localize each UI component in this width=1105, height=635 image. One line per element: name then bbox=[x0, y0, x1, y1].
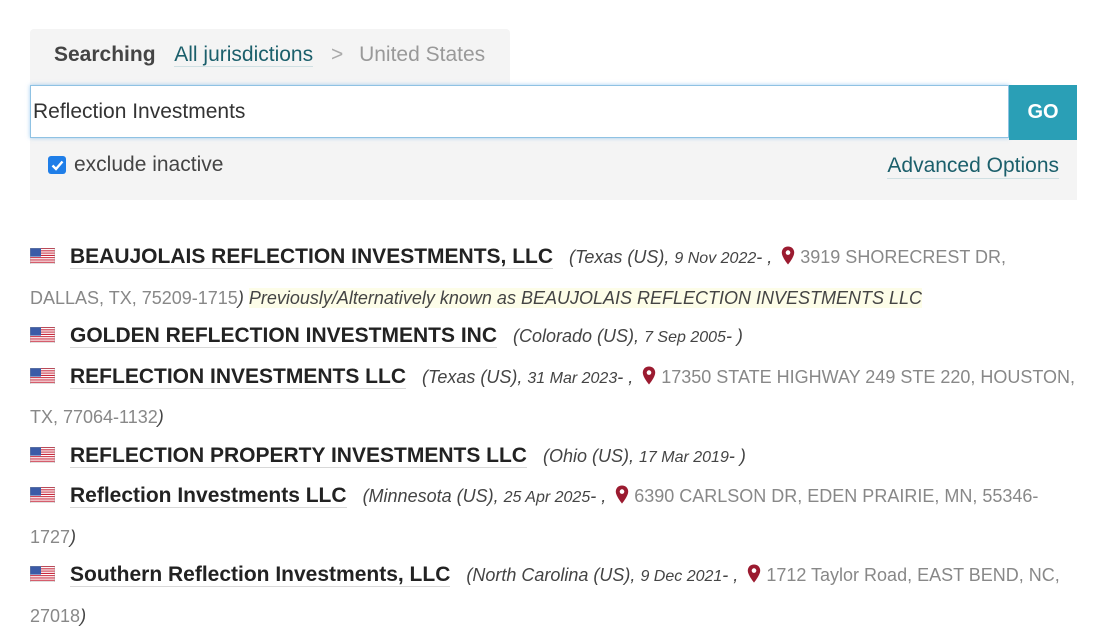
advanced-options-link[interactable]: Advanced Options bbox=[887, 154, 1059, 179]
us-flag-icon bbox=[30, 327, 55, 343]
result-item: REFLECTION INVESTMENTS LLC (Texas (US), 3… bbox=[30, 358, 1080, 437]
incorporation-date: 9 Nov 2022 bbox=[674, 250, 757, 267]
incorporation-date: 17 Mar 2019 bbox=[639, 448, 729, 466]
result-item: Reflection Investments LLC (Minnesota (US… bbox=[30, 477, 1080, 556]
result-item: Southern Reflection Investments, LLC (Nor… bbox=[30, 556, 1080, 635]
close-paren: ) bbox=[80, 605, 87, 626]
company-name-link[interactable]: GOLDEN REFLECTION INVESTMENTS INC bbox=[70, 324, 498, 348]
close-paren: ) bbox=[237, 287, 244, 308]
status-suffix: - ) bbox=[728, 445, 746, 466]
go-button[interactable]: GO bbox=[1009, 85, 1077, 140]
company-name-link[interactable]: BEAUJOLAIS REFLECTION INVESTMENTS, LLC bbox=[70, 245, 554, 269]
search-scope-bar: Searching All jurisdictions > United Sta… bbox=[30, 29, 510, 85]
jurisdiction-text: (Ohio (US), bbox=[542, 445, 634, 466]
jurisdiction-text: (Texas (US), bbox=[422, 366, 523, 387]
location-pin-icon bbox=[782, 246, 795, 265]
exclude-inactive-label: exclude inactive bbox=[74, 153, 224, 176]
status-suffix: - , bbox=[722, 565, 739, 585]
status-suffix: - , bbox=[617, 366, 634, 387]
jurisdiction-text: (Texas (US), bbox=[569, 247, 670, 267]
close-paren: ) bbox=[157, 407, 164, 427]
breadcrumb-separator: > bbox=[330, 43, 344, 66]
status-suffix: - , bbox=[590, 486, 607, 506]
close-paren: ) bbox=[70, 526, 77, 547]
incorporation-date: 7 Sep 2005 bbox=[644, 329, 726, 346]
exclude-inactive-checkbox[interactable] bbox=[48, 156, 66, 174]
result-item: GOLDEN REFLECTION INVESTMENTS INC (Colora… bbox=[30, 317, 1080, 358]
us-flag-icon bbox=[30, 487, 55, 503]
incorporation-date: 25 Apr 2025 bbox=[503, 489, 591, 506]
check-icon bbox=[51, 160, 63, 171]
result-item: REFLECTION PROPERTY INVESTMENTS LLC (Ohio… bbox=[30, 437, 1080, 478]
us-flag-icon bbox=[30, 248, 55, 264]
company-name-link[interactable]: REFLECTION INVESTMENTS LLC bbox=[70, 364, 406, 389]
us-flag-icon bbox=[30, 367, 55, 384]
all-jurisdictions-link[interactable]: All jurisdictions bbox=[174, 43, 314, 67]
exclude-inactive-toggle[interactable]: exclude inactive bbox=[48, 153, 223, 177]
results-list: BEAUJOLAIS REFLECTION INVESTMENTS, LLC (T… bbox=[30, 238, 1080, 635]
location-pin-icon bbox=[616, 485, 629, 504]
current-jurisdiction: United States bbox=[359, 43, 486, 66]
incorporation-date: 31 Mar 2023 bbox=[527, 369, 618, 387]
company-name-link[interactable]: Southern Reflection Investments, LLC bbox=[70, 563, 451, 587]
us-flag-icon bbox=[30, 566, 55, 582]
searching-label: Searching bbox=[54, 43, 156, 66]
company-name-link[interactable]: Reflection Investments LLC bbox=[70, 484, 347, 508]
jurisdiction-text: (Colorado (US), bbox=[513, 326, 640, 346]
result-item: BEAUJOLAIS REFLECTION INVESTMENTS, LLC (T… bbox=[30, 238, 1080, 317]
location-pin-icon bbox=[748, 564, 761, 583]
location-pin-icon bbox=[643, 366, 656, 384]
us-flag-icon bbox=[30, 446, 55, 463]
company-name-link[interactable]: REFLECTION PROPERTY INVESTMENTS LLC bbox=[70, 443, 527, 468]
incorporation-date: 9 Dec 2021 bbox=[640, 568, 723, 585]
status-suffix: - ) bbox=[725, 326, 743, 346]
search-input[interactable] bbox=[30, 85, 1009, 138]
search-panel: GO exclude inactive Advanced Options bbox=[30, 85, 1077, 200]
jurisdiction-text: (Minnesota (US), bbox=[362, 486, 499, 506]
jurisdiction-text: (North Carolina (US), bbox=[466, 565, 636, 585]
alias-note: Previously/Alternatively known as BEAUJO… bbox=[248, 287, 923, 308]
status-suffix: - , bbox=[756, 247, 773, 267]
